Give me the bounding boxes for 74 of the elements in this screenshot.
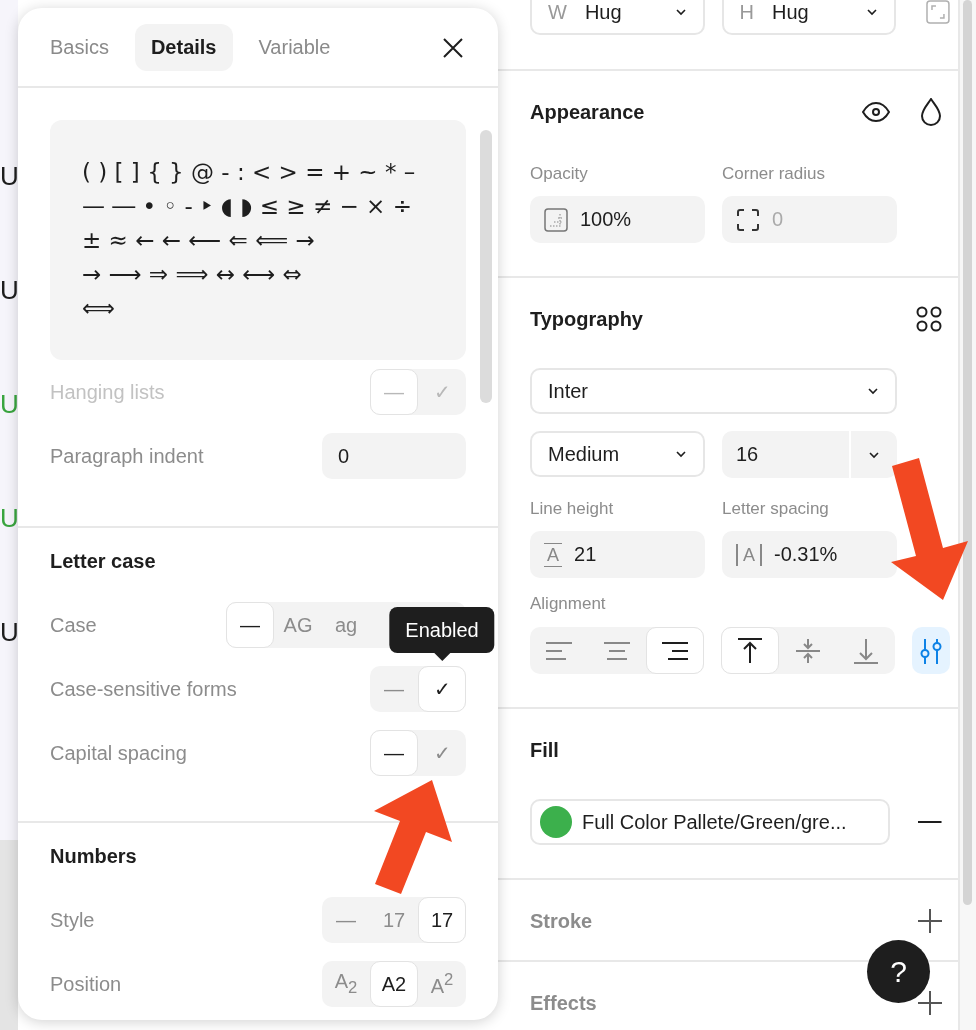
section-heading: Typography <box>530 307 643 331</box>
chevron-down-icon[interactable] <box>868 450 880 459</box>
size-dropdown[interactable]: W Hug <box>530 0 705 35</box>
row-label: Hanging lists <box>50 380 165 404</box>
help-button[interactable]: ? <box>867 940 930 1003</box>
section-heading: Letter case <box>50 549 157 574</box>
tab[interactable]: Variable <box>242 24 347 71</box>
row-label: Position <box>50 972 122 996</box>
field-label: Corner radius <box>722 165 826 183</box>
section-heading: Appearance <box>530 100 645 124</box>
opacity-icon <box>544 207 568 232</box>
section-heading: Stroke <box>530 909 593 933</box>
glyph-row-text: ± ≈ ← ← ⟵ ⇐ ⟸ → <box>82 226 316 255</box>
glyph-row-text: ⟺ <box>82 294 116 323</box>
canvas-text: U <box>0 162 18 190</box>
chevron-down-icon <box>866 8 879 16</box>
align-center-icon <box>603 640 631 661</box>
type-settings-button[interactable] <box>912 627 950 674</box>
chevron-down-icon <box>674 8 687 16</box>
row-label: Style <box>50 908 95 932</box>
scrollbar[interactable] <box>963 0 972 905</box>
drop-icon[interactable] <box>920 98 942 126</box>
font-size-field[interactable]: 16 <box>722 431 897 478</box>
canvas-text: U <box>0 504 18 532</box>
corner-radius-icon <box>736 207 760 232</box>
eye-icon[interactable] <box>862 102 890 122</box>
tooltip: Enabled <box>389 607 495 653</box>
glyph-row-text: → ⟶ ⇒ ⟹ ↔ ⟷ ⇔ <box>82 260 303 289</box>
field-label: Opacity <box>530 165 589 183</box>
number-field[interactable]: 0 <box>322 433 466 479</box>
weight-dropdown[interactable]: Medium <box>530 431 705 477</box>
sliders-icon <box>918 636 944 665</box>
tooltip-pointer <box>434 653 450 661</box>
scrollbar[interactable] <box>480 130 492 403</box>
field-label: Line height <box>530 500 615 518</box>
row-label: Case <box>50 613 97 637</box>
section-heading: Fill <box>530 738 559 762</box>
section-heading: Effects <box>530 991 597 1015</box>
canvas-text: U <box>0 618 18 646</box>
opacity-field[interactable]: 100% <box>530 196 705 243</box>
align-bottom-icon <box>852 636 880 665</box>
segment-option[interactable]: A2 <box>370 961 418 1007</box>
glyph-row-text: — ― • ◦ ‐ ‣ ◖ ◗ ≤ ≥ ≠ − × ÷ <box>82 192 413 221</box>
font-dropdown[interactable]: Inter <box>530 368 897 414</box>
section-heading: Numbers <box>50 844 138 869</box>
align-top-button[interactable] <box>721 627 779 674</box>
fill-style-field[interactable]: Full Color Pallete/Green/gre... <box>530 799 891 845</box>
tab[interactable]: Details <box>134 24 233 71</box>
four-circles-icon[interactable] <box>916 306 942 332</box>
size-dropdown[interactable]: H Hug <box>721 0 897 35</box>
minus-icon[interactable] <box>918 820 942 824</box>
row-label: Paragraph indent <box>50 444 204 468</box>
align-middle-icon <box>794 636 822 665</box>
canvas-text: U <box>0 390 18 418</box>
row-label: Capital spacing <box>50 741 187 765</box>
glyph-row-text: ( ) [ ] { } @ - : < > = + ~ * – <box>82 158 417 187</box>
plus-icon[interactable] <box>918 909 942 933</box>
field-label: Letter spacing <box>722 500 830 518</box>
row-label: Case-sensitive forms <box>50 677 237 701</box>
segment-option[interactable]: 17 <box>418 897 466 943</box>
canvas-text: U <box>0 276 18 304</box>
align-left-icon <box>545 640 573 661</box>
field-label: Alignment <box>530 595 607 613</box>
plus-icon[interactable] <box>918 991 942 1015</box>
chevron-down-icon <box>675 450 687 458</box>
line-height-field[interactable]: A 21 <box>530 531 705 578</box>
align-top-icon <box>736 636 764 665</box>
segment-option[interactable]: — <box>370 730 418 776</box>
letter-spacing-field[interactable]: A -0.31% <box>722 531 897 578</box>
align-right-button[interactable] <box>646 627 704 674</box>
close-icon[interactable] <box>442 37 464 59</box>
align-right-icon <box>661 640 689 661</box>
segment-option[interactable]: — <box>226 602 274 648</box>
chevron-down-icon <box>867 387 879 395</box>
